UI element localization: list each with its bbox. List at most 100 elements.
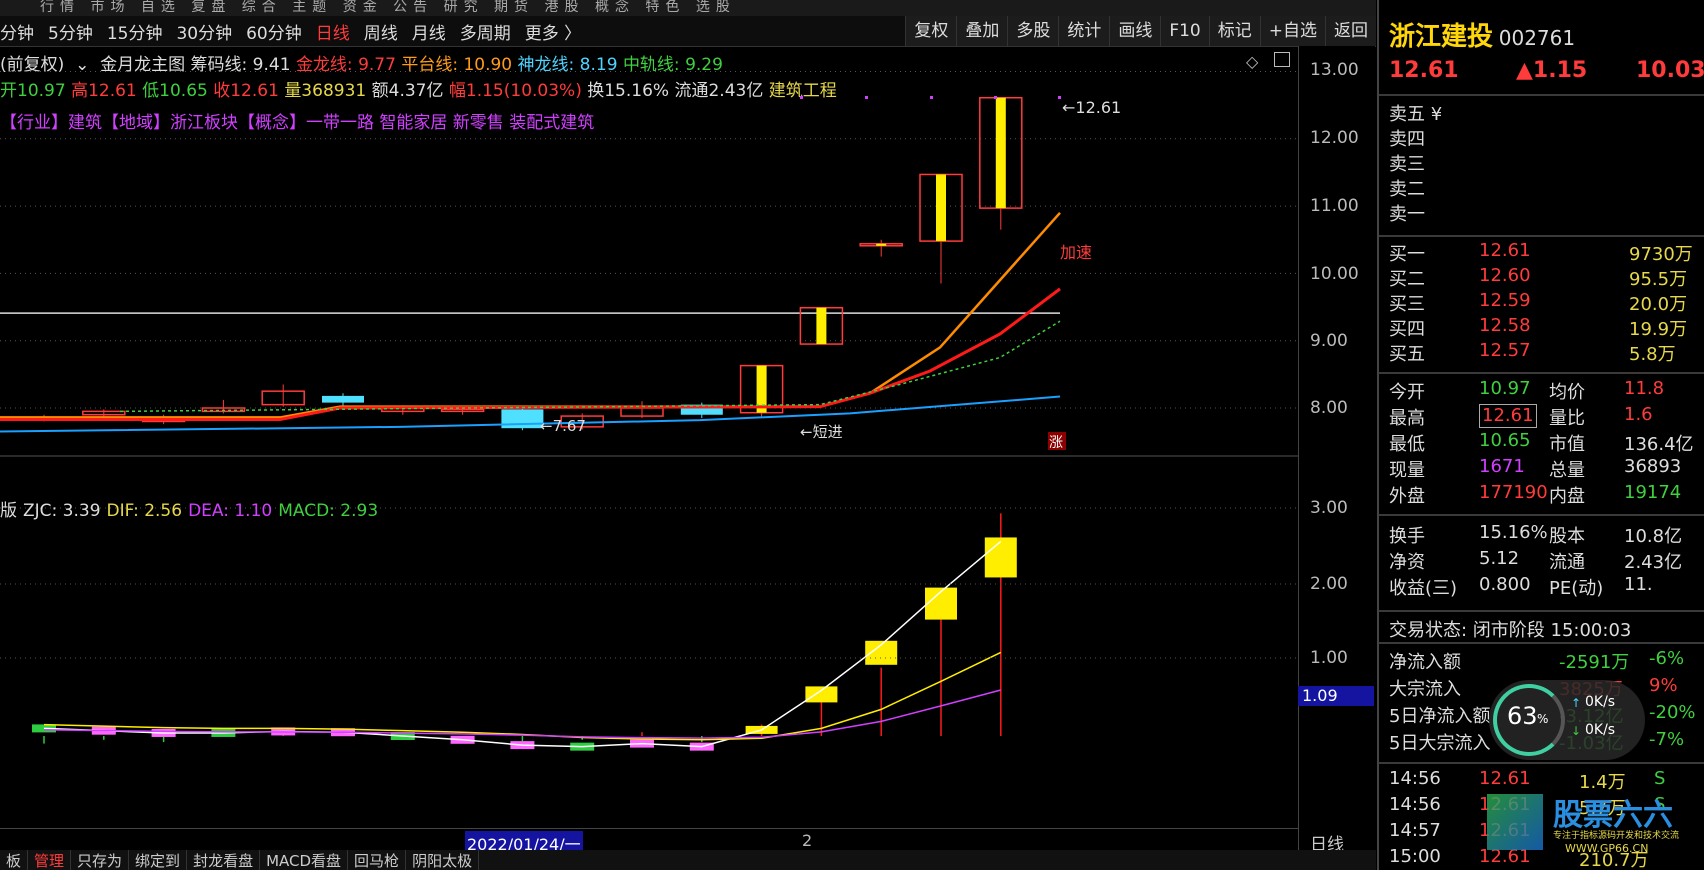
- gauge-percent: 63: [1507, 702, 1538, 730]
- system-menu-bar: 行情 市场 自选 复盘 综合 主题 资金 公告 研究 期货 港股 概念 特色 选…: [0, 0, 1376, 16]
- tick-time: 14:56: [1389, 794, 1441, 815]
- period-tab[interactable]: 日线: [316, 19, 350, 44]
- stat-key: 净资: [1389, 552, 1425, 573]
- dea-value-marker: 1.09: [1298, 686, 1374, 706]
- stat-value: 136.4亿: [1624, 434, 1694, 455]
- period-tab[interactable]: 周线: [364, 19, 398, 44]
- bottom-tab[interactable]: 绑定到: [129, 850, 188, 870]
- zjc-box: [805, 686, 838, 703]
- stock-pct: 10.03%: [1636, 58, 1704, 83]
- buy-label: 买二: [1389, 269, 1425, 290]
- stat-value: 10.8亿: [1624, 526, 1683, 547]
- flow-pct: -7%: [1649, 729, 1685, 750]
- stock-name: 浙江建投: [1389, 22, 1494, 52]
- tool-button[interactable]: 标记: [1208, 16, 1260, 46]
- buy-label: 买一: [1389, 244, 1425, 265]
- candle-fill: [876, 243, 887, 246]
- flow-key: 大宗流入: [1389, 679, 1461, 700]
- zjc-value: ZJC: 3.39: [23, 501, 101, 521]
- tick-time: 15:00: [1389, 846, 1441, 867]
- bottom-tab[interactable]: 管理: [28, 850, 72, 870]
- watermark-logo: 股票六六 专注于指标源码开发和技术交流 WWW.GP66.CN: [1487, 788, 1697, 858]
- network-gauge[interactable]: 63 % ↑ 0K/s ↓ 0K/s: [1489, 680, 1645, 760]
- stock-code: 002761: [1498, 26, 1576, 50]
- tool-button[interactable]: 多股: [1007, 16, 1059, 46]
- stock-price: 12.61: [1389, 58, 1459, 83]
- zjc-box: [984, 537, 1017, 578]
- bottom-tab[interactable]: 板: [0, 850, 29, 870]
- stat-value: 1.6: [1624, 404, 1653, 425]
- stat-key: 换手: [1389, 526, 1425, 547]
- buy-volume: 95.5万: [1629, 269, 1688, 290]
- kline-chart[interactable]: ←12.61 ←7.67 加速 ←短进涨: [0, 46, 1298, 866]
- stat-value: 1671: [1479, 456, 1525, 477]
- sell-label: 卖一: [1389, 204, 1425, 225]
- watermark-url: WWW.GP66.CN: [1565, 842, 1649, 855]
- low-price-label: ←7.67: [540, 417, 586, 435]
- period-tab[interactable]: 60分钟: [246, 19, 302, 44]
- bottom-tab[interactable]: 只存为: [71, 850, 130, 870]
- period-tab[interactable]: 15分钟: [107, 19, 163, 44]
- buy-price: 12.60: [1479, 265, 1531, 286]
- macd-tick: 2.00: [1310, 574, 1348, 594]
- macd-prefix: 版: [0, 501, 17, 521]
- buy-price: 12.61: [1479, 240, 1531, 261]
- tool-button[interactable]: 复权: [905, 16, 957, 46]
- tool-button[interactable]: +自选: [1259, 16, 1325, 46]
- dif-line: [43, 540, 1002, 748]
- dif-value: DIF: 2.56: [106, 501, 183, 521]
- tool-button[interactable]: 画线: [1109, 16, 1161, 46]
- bottom-tab[interactable]: 阴阳太极: [406, 850, 480, 870]
- tool-button[interactable]: 统计: [1058, 16, 1110, 46]
- stat-key: 量比: [1549, 408, 1585, 429]
- zhonggui-line: [119, 320, 1061, 413]
- macd-value: MACD: 2.93: [278, 501, 379, 521]
- tool-button[interactable]: F10: [1160, 16, 1209, 46]
- price-tick: 11.00: [1310, 196, 1359, 216]
- candle-body: [322, 395, 364, 403]
- bottom-tab[interactable]: 回马枪: [348, 850, 407, 870]
- bottom-tab[interactable]: 封龙看盘: [187, 850, 261, 870]
- stat-value: 19174: [1624, 482, 1682, 503]
- stat-value: 10.97: [1479, 378, 1531, 399]
- flow-key: 净流入额: [1389, 652, 1461, 673]
- watermark-tagline: 专注于指标源码开发和技术交流: [1553, 831, 1680, 841]
- macd-avg-line: [43, 689, 1001, 739]
- flow-value: -2591万: [1559, 652, 1630, 673]
- sell-label: 卖五 ¥: [1389, 104, 1443, 125]
- date-axis: 2022/01/24/一 2: [0, 828, 1298, 855]
- period-tab[interactable]: 分钟: [0, 19, 34, 44]
- upload-speed: 0K/s: [1585, 694, 1616, 710]
- stat-key: 最高: [1389, 408, 1425, 429]
- system-menu-text[interactable]: 行情 市场 自选 复盘 综合 主题 资金 公告 研究 期货 港股 概念 特色 选…: [40, 0, 736, 15]
- signal-dot: [800, 96, 803, 99]
- stat-key: 内盘: [1549, 486, 1585, 507]
- stat-key: PE(动): [1549, 578, 1604, 599]
- stat-key: 外盘: [1389, 486, 1425, 507]
- period-tab[interactable]: 多周期: [460, 19, 511, 44]
- period-tabs: 分钟 5分钟 15分钟 30分钟 60分钟 日线 周线 月线 多周期 更多 〉: [0, 16, 595, 46]
- period-tab[interactable]: 30分钟: [176, 19, 232, 44]
- tool-button[interactable]: 叠加: [956, 16, 1008, 46]
- price-tick: 10.00: [1310, 264, 1359, 284]
- dea-value: DEA: 1.10: [188, 501, 273, 521]
- bottom-tab[interactable]: MACD看盘: [260, 850, 349, 870]
- period-tab[interactable]: 更多 〉: [525, 19, 581, 44]
- tool-button[interactable]: 返回: [1325, 16, 1376, 46]
- stat-key: 收益(三): [1389, 578, 1458, 599]
- stat-key: 最低: [1389, 434, 1425, 455]
- stat-key: 市值: [1549, 434, 1585, 455]
- upload-arrow-icon: ↑: [1571, 696, 1582, 710]
- quote-panel: 浙江建投 002761 12.61 ▲1.15 10.03% 卖五 ¥ 卖四卖三卖…: [1377, 0, 1704, 870]
- buy-price: 12.57: [1479, 340, 1531, 361]
- short-entry-label: ←短进: [800, 423, 843, 441]
- period-tab[interactable]: 5分钟: [48, 19, 93, 44]
- price-tick: 8.00: [1310, 398, 1348, 418]
- download-speed: 0K/s: [1585, 722, 1616, 738]
- price-tick: 9.00: [1310, 331, 1348, 351]
- stat-key: 今开: [1389, 382, 1425, 403]
- limit-up-text: 涨: [1049, 435, 1063, 451]
- flow-pct: -6%: [1649, 648, 1685, 669]
- stat-value: 0.800: [1479, 574, 1531, 595]
- period-tab[interactable]: 月线: [412, 19, 446, 44]
